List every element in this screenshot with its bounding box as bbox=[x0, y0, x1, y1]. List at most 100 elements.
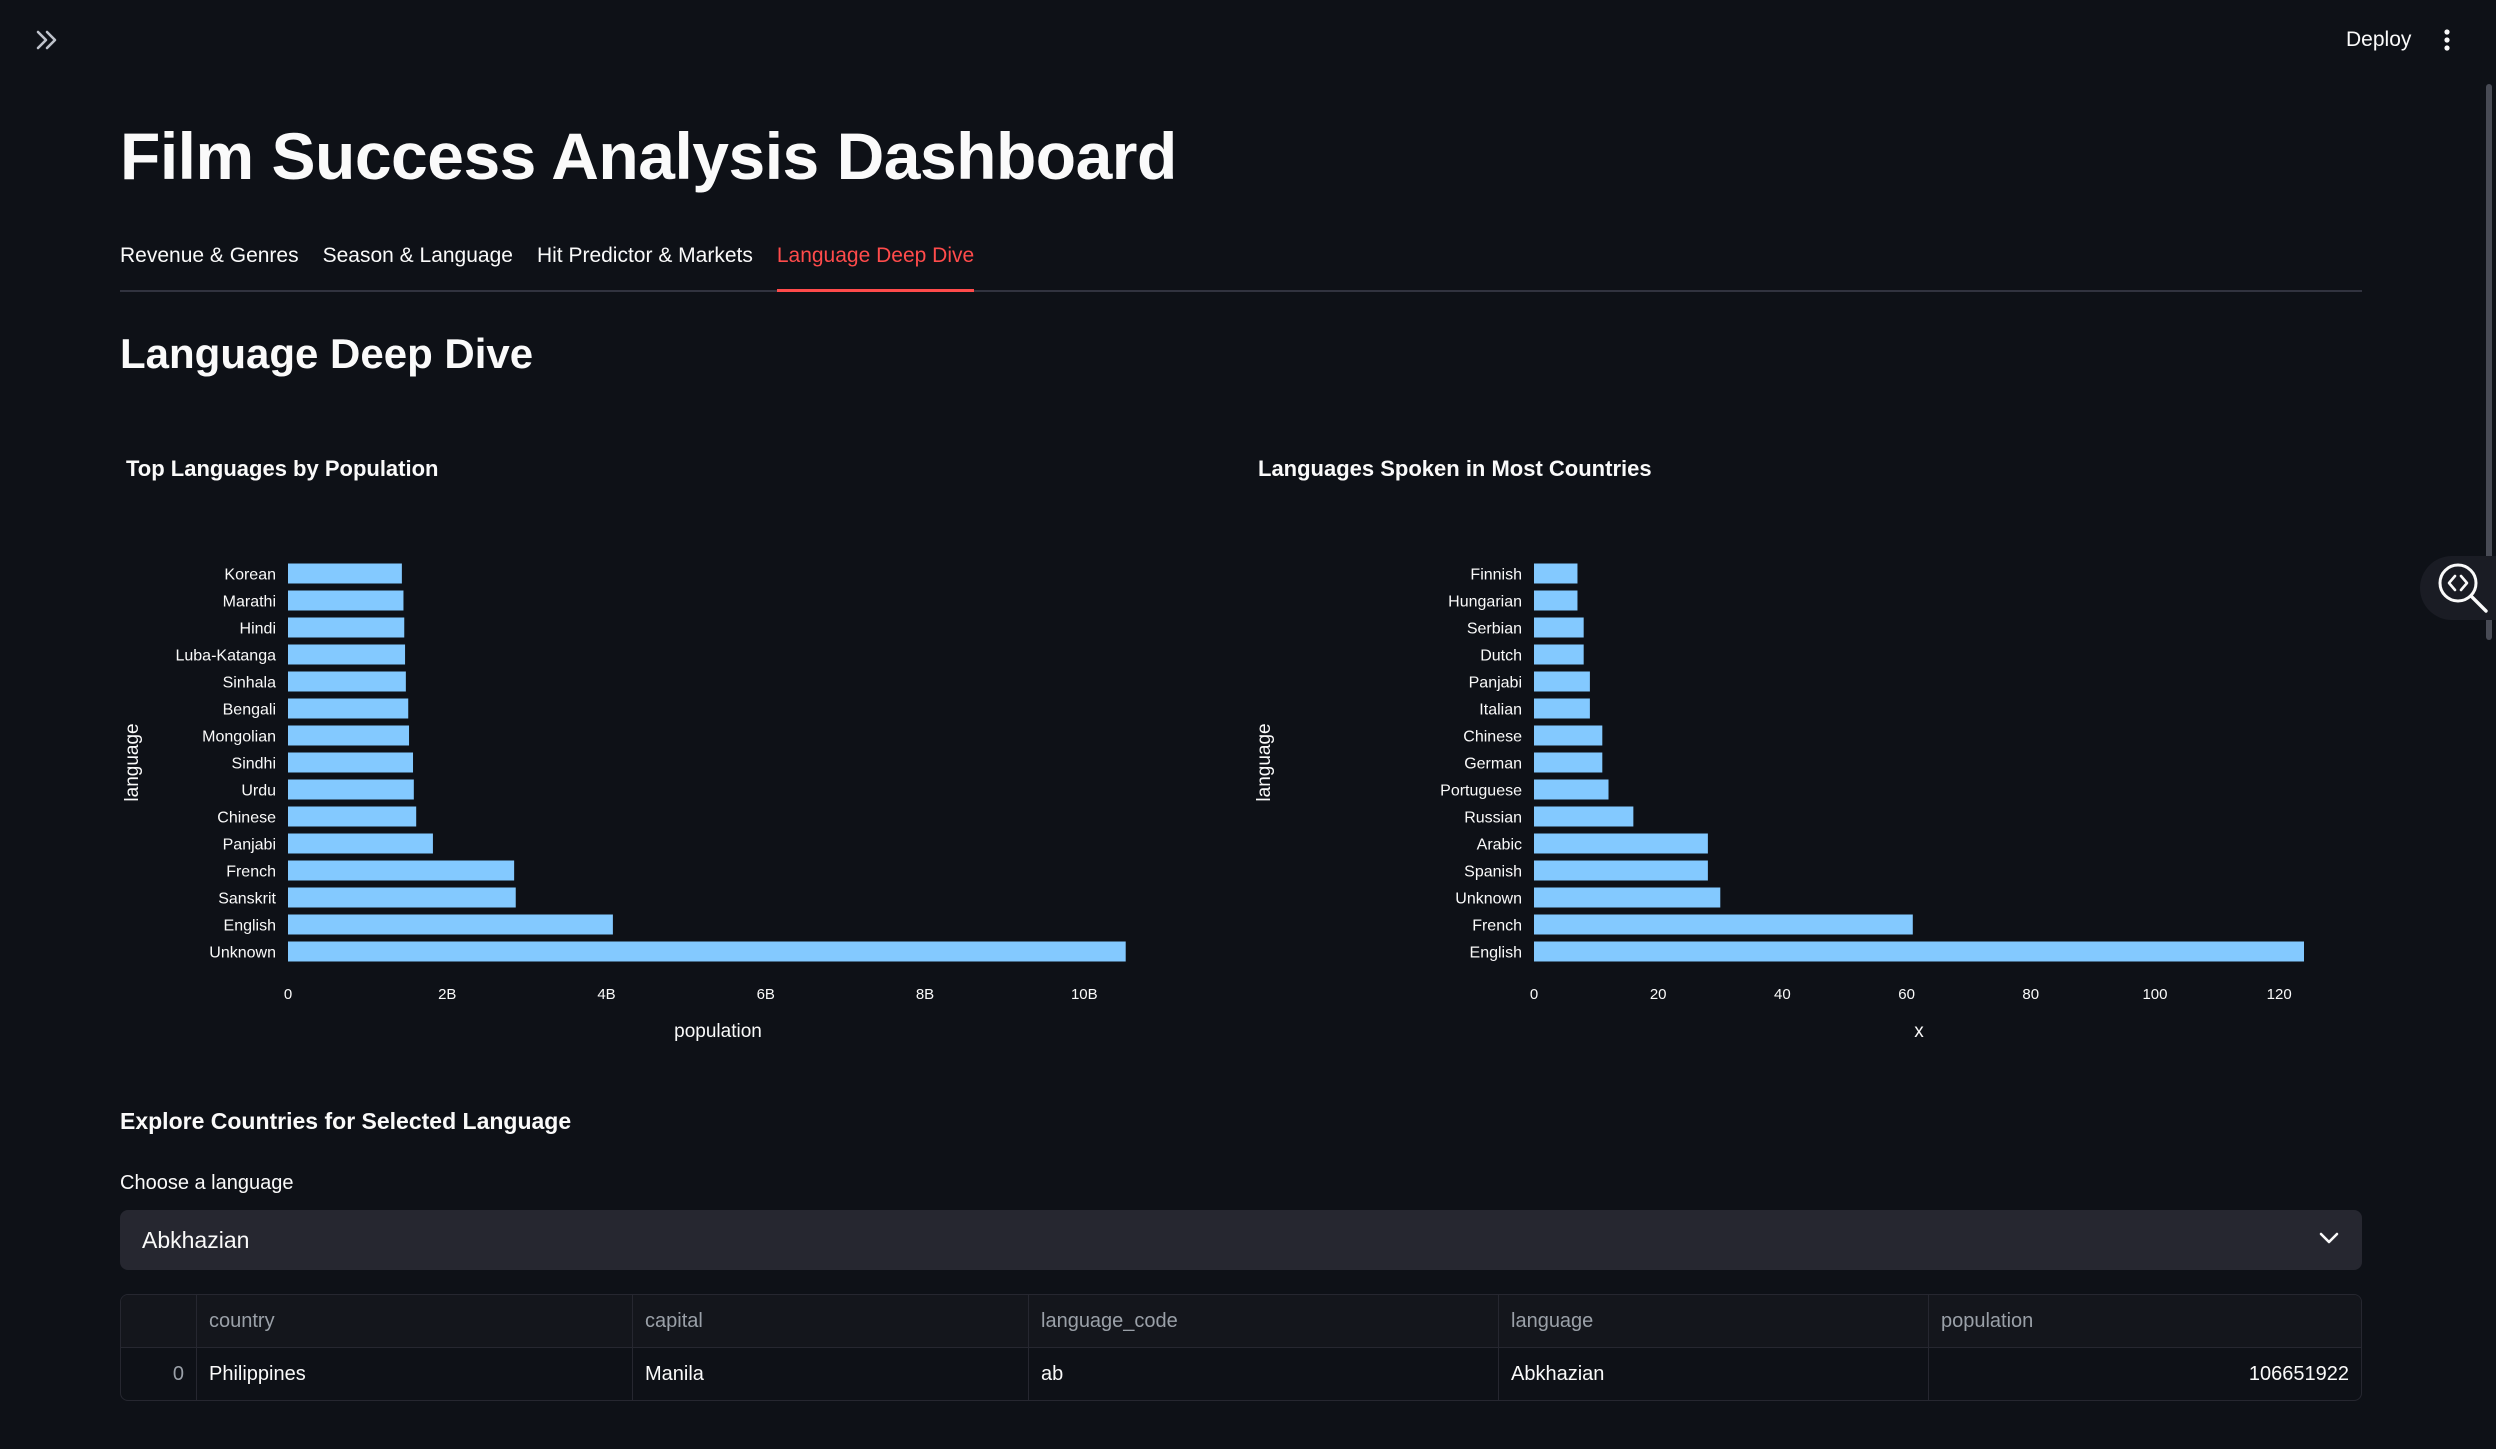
population-tick-label: English bbox=[224, 918, 276, 935]
countries-chart-title: Languages Spoken in Most Countries bbox=[1258, 456, 1652, 481]
countries-tick-label: Italian bbox=[1479, 702, 1522, 719]
population-tick-label: Sinhala bbox=[223, 675, 276, 692]
population-x-tick-label: 8B bbox=[916, 986, 934, 1003]
tab-revenue-genres[interactable]: Revenue & Genres bbox=[120, 238, 299, 290]
population-bar bbox=[288, 887, 516, 908]
population-bar bbox=[288, 860, 515, 881]
tab-language-deep-dive[interactable]: Language Deep Dive bbox=[776, 238, 975, 292]
tab-hit-predictor-markets[interactable]: Hit Predictor & Markets bbox=[537, 238, 753, 290]
countries-bar bbox=[1534, 833, 1708, 854]
countries-bar bbox=[1534, 752, 1603, 773]
population-tick-label: Mongolian bbox=[202, 729, 276, 746]
population-tick-label: Marathi bbox=[223, 594, 276, 611]
countries-bar bbox=[1534, 698, 1590, 719]
population-tick-label: Panjabi bbox=[223, 837, 276, 854]
population-bar bbox=[288, 914, 613, 935]
countries-bar bbox=[1534, 563, 1578, 584]
countries-tick-label: Arabic bbox=[1477, 837, 1522, 854]
tab-bar: Revenue & Genres Season & Language Hit P… bbox=[120, 238, 2362, 292]
top-bar: Deploy bbox=[0, 0, 2496, 80]
countries-tick-label: Serbian bbox=[1467, 621, 1522, 638]
column-header-country[interactable]: country bbox=[197, 1295, 633, 1347]
cell-capital[interactable]: Manila bbox=[633, 1348, 1029, 1400]
population-bar bbox=[288, 617, 405, 638]
explore-title: Explore Countries for Selected Language bbox=[120, 1108, 572, 1134]
countries-bar bbox=[1534, 779, 1609, 800]
population-tick-label: Hindi bbox=[240, 621, 276, 638]
population-tick-label: Sindhi bbox=[232, 756, 276, 773]
countries-x-tick-label: 100 bbox=[2142, 986, 2167, 1003]
population-x-tick-label: 6B bbox=[757, 986, 775, 1003]
population-x-tick-label: 4B bbox=[597, 986, 615, 1003]
cell-language[interactable]: Abkhazian bbox=[1499, 1348, 1929, 1400]
countries-tick-label: Spanish bbox=[1464, 864, 1522, 881]
countries-bar bbox=[1534, 914, 1913, 935]
section-title: Language Deep Dive bbox=[120, 330, 534, 377]
population-bar bbox=[288, 806, 417, 827]
population-tick-label: Luba-Katanga bbox=[175, 648, 276, 665]
population-chart: Top Languages by Population language Korea… bbox=[120, 440, 1250, 1060]
code-search-icon[interactable] bbox=[2420, 556, 2496, 620]
countries-tick-label: Russian bbox=[1464, 810, 1522, 827]
tab-season-language[interactable]: Season & Language bbox=[323, 238, 513, 290]
population-bar bbox=[288, 590, 404, 611]
population-bar bbox=[288, 833, 433, 854]
population-bar bbox=[288, 779, 414, 800]
column-header-language[interactable]: language bbox=[1499, 1295, 1929, 1347]
population-bar bbox=[288, 698, 409, 719]
table-row: 0 Philippines Manila ab Abkhazian 106651… bbox=[121, 1348, 2361, 1400]
population-tick-label: Urdu bbox=[241, 783, 276, 800]
countries-bar bbox=[1534, 725, 1603, 746]
chevron-down-icon bbox=[2318, 1231, 2340, 1250]
population-bar bbox=[288, 563, 402, 584]
countries-x-tick-label: 0 bbox=[1530, 986, 1538, 1003]
countries-y-axis-label: language bbox=[1254, 723, 1275, 801]
vertical-dots-icon[interactable] bbox=[2432, 22, 2462, 58]
population-bar bbox=[288, 644, 406, 665]
countries-tick-label: German bbox=[1464, 756, 1522, 773]
cell-language-code[interactable]: ab bbox=[1029, 1348, 1499, 1400]
countries-x-tick-label: 80 bbox=[2022, 986, 2039, 1003]
column-header-population[interactable]: population bbox=[1929, 1295, 2361, 1347]
countries-tick-label: Dutch bbox=[1480, 648, 1522, 665]
population-x-axis-label: population bbox=[674, 1021, 762, 1042]
table-header-row: country capital language_code language p… bbox=[121, 1295, 2361, 1348]
row-index: 0 bbox=[121, 1348, 197, 1400]
countries-bar bbox=[1534, 617, 1584, 638]
countries-bar bbox=[1534, 590, 1578, 611]
column-header-language-code[interactable]: language_code bbox=[1029, 1295, 1499, 1347]
cell-population[interactable]: 106651922 bbox=[1929, 1348, 2361, 1400]
countries-x-tick-label: 20 bbox=[1650, 986, 1667, 1003]
countries-bar bbox=[1534, 887, 1721, 908]
countries-chart-svg: Languages Spoken in Most Countries langua… bbox=[1254, 456, 2304, 1042]
countries-table[interactable]: country capital language_code language p… bbox=[120, 1294, 2362, 1401]
population-x-tick-label: 2B bbox=[438, 986, 456, 1003]
countries-tick-label: Unknown bbox=[1455, 891, 1522, 908]
cell-country[interactable]: Philippines bbox=[197, 1348, 633, 1400]
countries-tick-label: English bbox=[1470, 945, 1522, 962]
countries-chart: Languages Spoken in Most Countries langua… bbox=[1252, 440, 2382, 1060]
countries-bar bbox=[1534, 860, 1708, 881]
population-tick-label: Bengali bbox=[223, 702, 276, 719]
countries-bar bbox=[1534, 671, 1590, 692]
population-chart-title: Top Languages by Population bbox=[126, 456, 438, 481]
column-header-index bbox=[121, 1295, 197, 1347]
population-tick-label: Sanskrit bbox=[218, 891, 276, 908]
column-header-capital[interactable]: capital bbox=[633, 1295, 1029, 1347]
countries-bar bbox=[1534, 644, 1584, 665]
countries-tick-label: Finnish bbox=[1470, 567, 1522, 584]
countries-tick-label: Panjabi bbox=[1469, 675, 1522, 692]
countries-bar bbox=[1534, 806, 1634, 827]
countries-x-tick-label: 60 bbox=[1898, 986, 1915, 1003]
population-bar bbox=[288, 941, 1126, 962]
population-y-axis-label: language bbox=[122, 723, 143, 801]
population-bar bbox=[288, 671, 406, 692]
deploy-button[interactable]: Deploy bbox=[2330, 20, 2427, 60]
countries-bar bbox=[1534, 941, 2304, 962]
population-chart-svg: Top Languages by Population language Korea… bbox=[122, 456, 1126, 1042]
chevrons-right-icon[interactable] bbox=[28, 22, 68, 58]
countries-tick-label: Chinese bbox=[1463, 729, 1522, 746]
countries-x-tick-label: 120 bbox=[2267, 986, 2292, 1003]
language-select-label: Choose a language bbox=[120, 1172, 294, 1194]
language-select[interactable]: Abkhazian bbox=[120, 1210, 2362, 1270]
